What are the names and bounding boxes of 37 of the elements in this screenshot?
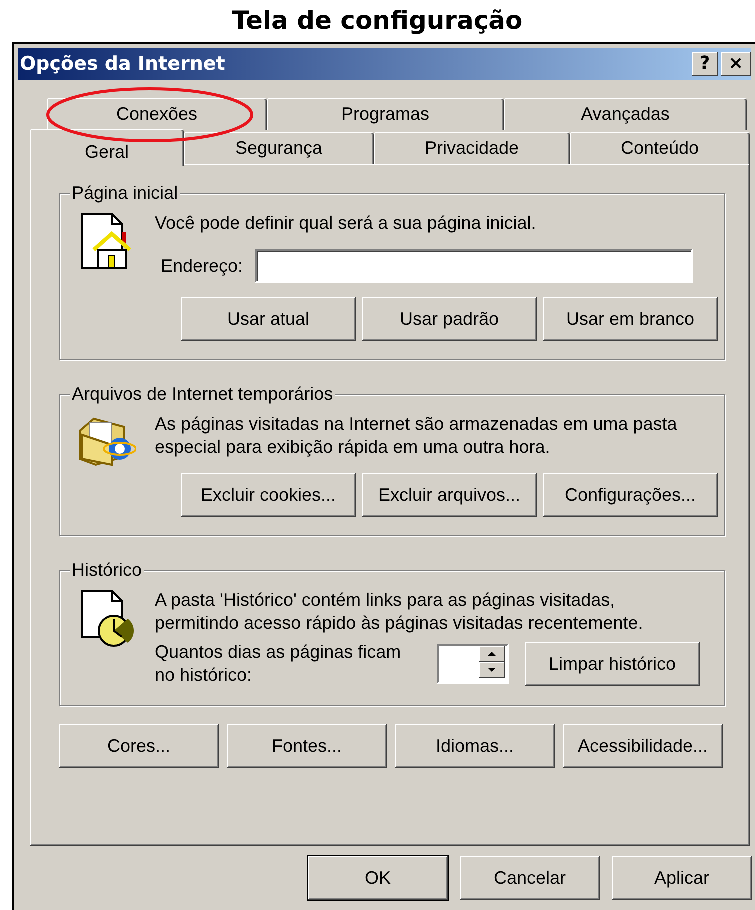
tab[interactable]: Programas (267, 98, 504, 130)
tab[interactable]: Avançadas (504, 98, 747, 130)
files-button[interactable]: Configurações... (543, 473, 718, 517)
dialog-button[interactable]: OK (308, 856, 448, 900)
settings-button[interactable]: Fontes... (227, 724, 387, 768)
settings-button[interactable]: Acessibilidade... (563, 724, 723, 768)
clock-page-icon (78, 589, 136, 649)
window-title: Opções da Internet (20, 53, 226, 75)
dialog-button[interactable]: Cancelar (460, 856, 600, 900)
down-arrow-icon (488, 668, 496, 672)
close-button[interactable]: × (721, 52, 751, 76)
tab[interactable]: Privacidade (374, 132, 570, 164)
settings-button[interactable]: Cores... (59, 724, 219, 768)
days-spin-field[interactable] (437, 644, 509, 684)
tab[interactable]: Segurança (184, 132, 374, 164)
tab[interactable]: Conexões (47, 98, 267, 130)
spin-up-button[interactable] (479, 646, 505, 662)
tab[interactable]: Conteúdo (570, 132, 750, 164)
tab[interactable]: Geral (30, 129, 184, 166)
settings-button[interactable]: Idiomas... (395, 724, 555, 768)
spin-down-button[interactable] (479, 662, 505, 678)
home-page-button[interactable]: Usar em branco (543, 297, 718, 341)
home-page-button[interactable]: Usar padrão (362, 297, 537, 341)
dialog-button[interactable]: Aplicar (612, 856, 752, 900)
days-label: Quantos dias as páginas ficam no histórico: (155, 641, 402, 687)
files-button[interactable]: Excluir arquivos... (362, 473, 537, 517)
description-text: Você pode definir qual será a sua página inicial. (155, 212, 538, 235)
page-caption: Tela de configuração (232, 5, 523, 37)
description-text: A pasta 'Histórico' contém links para as páginas visitadas, permitindo acesso rápido às páginas visitadas recentemente. (155, 589, 644, 635)
clear-history-button[interactable]: Limpar histórico (525, 642, 700, 686)
address-label: Endereço: (161, 256, 244, 276)
help-button[interactable]: ? (692, 52, 718, 76)
address-field[interactable] (255, 249, 693, 283)
description-text: As páginas visitadas na Internet são armazenadas em uma pasta especial para exibição rápida em uma outra hora. (155, 413, 678, 459)
home-page-button[interactable]: Usar atual (181, 297, 356, 341)
up-arrow-icon (488, 652, 496, 656)
files-button[interactable]: Excluir cookies... (181, 473, 356, 517)
